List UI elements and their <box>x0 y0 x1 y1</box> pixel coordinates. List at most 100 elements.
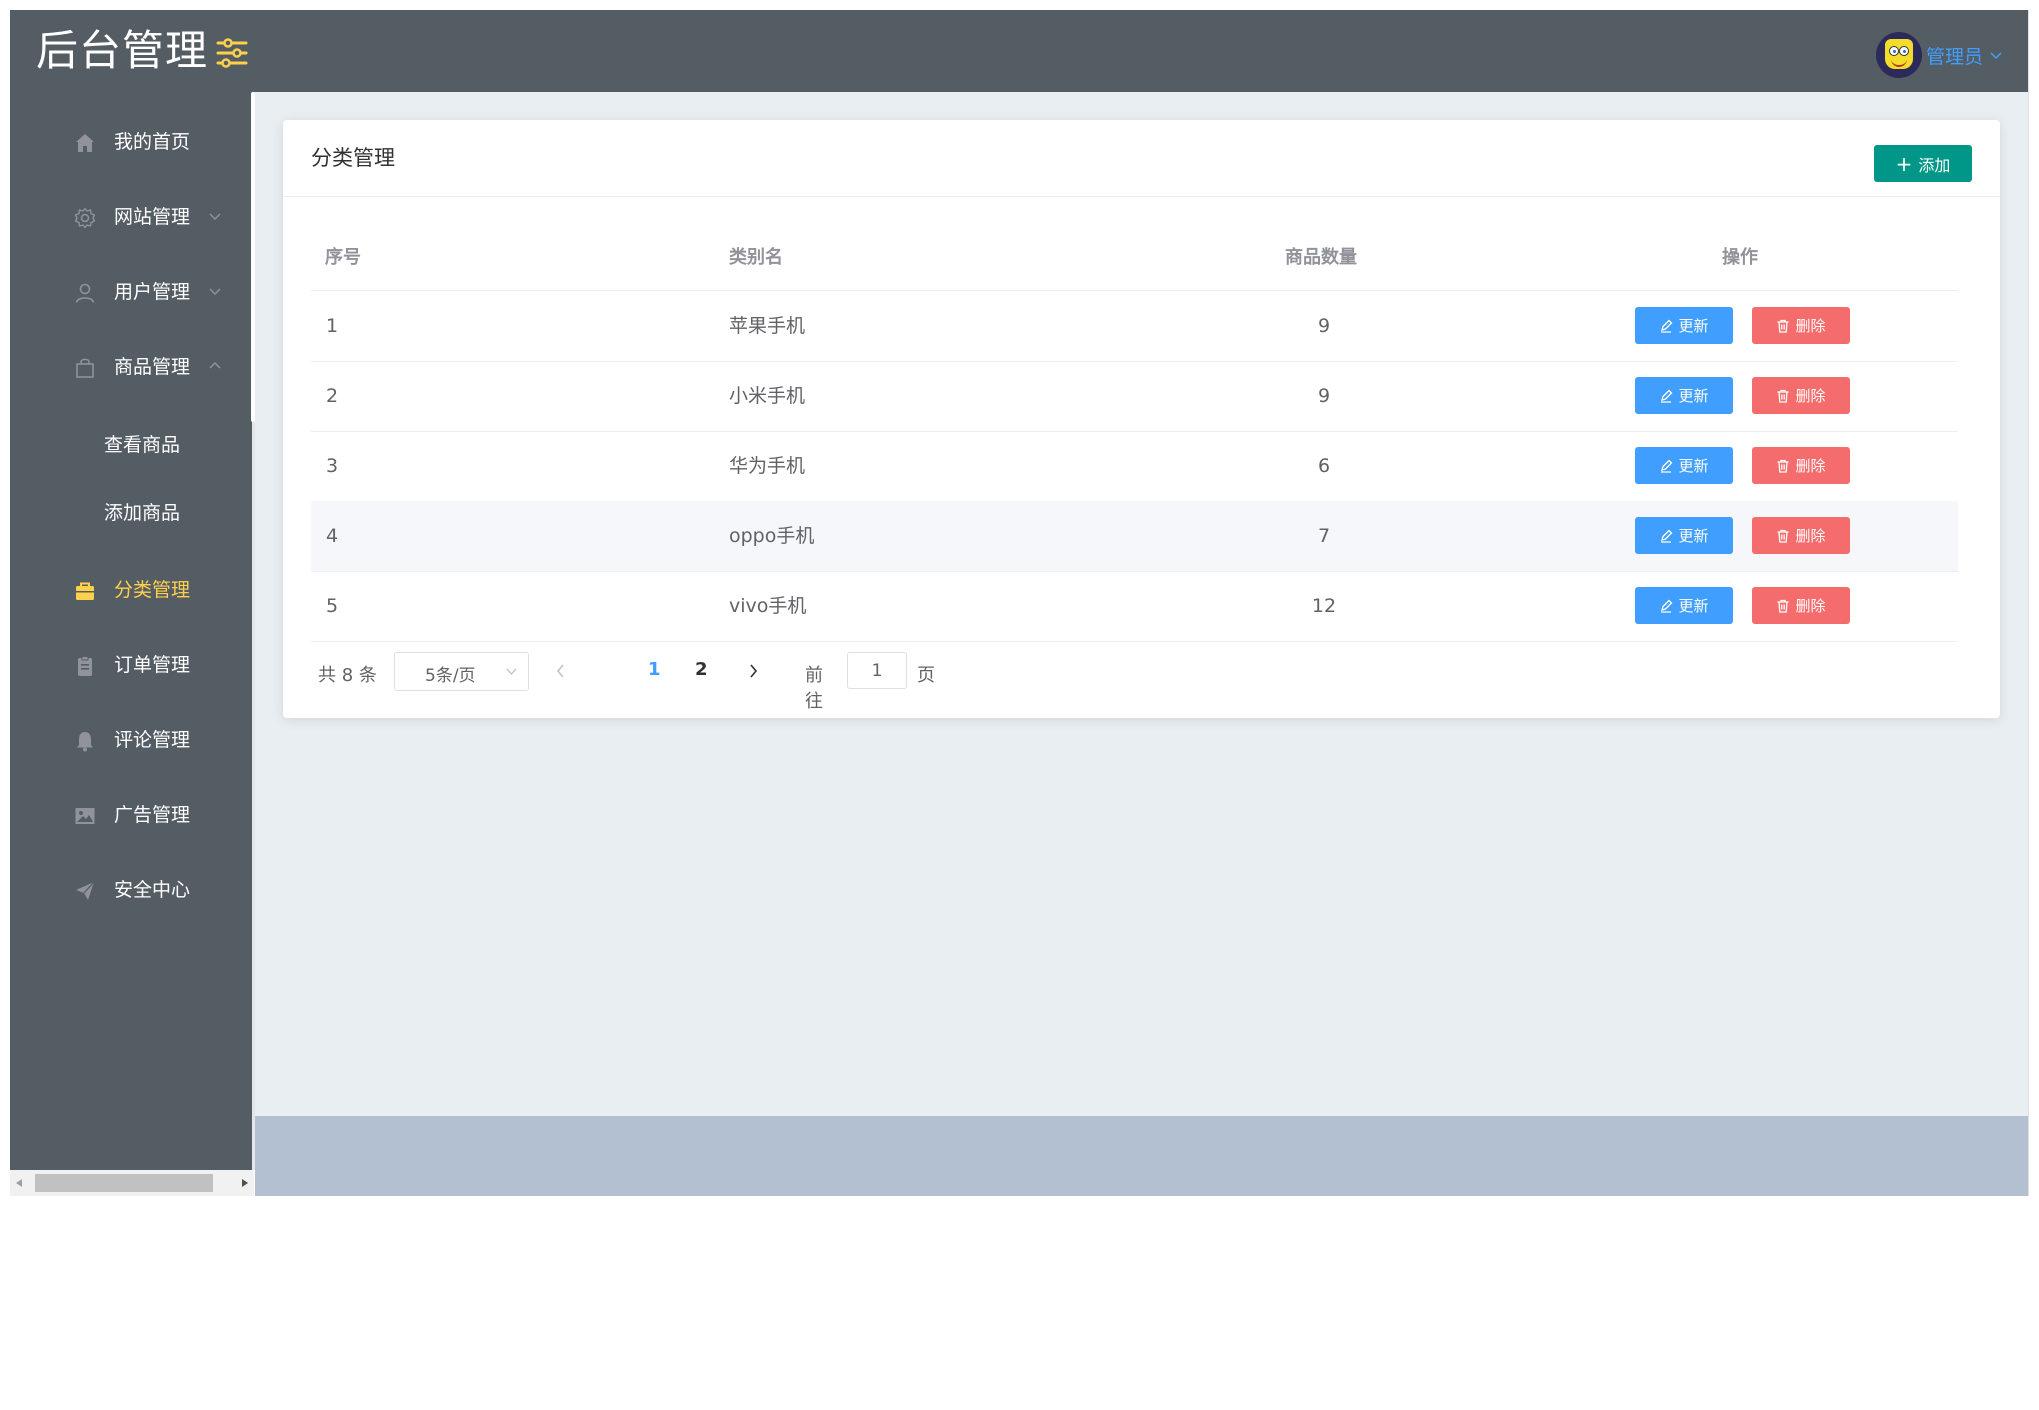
update-label: 更新 <box>1678 597 1709 615</box>
add-button[interactable]: + 添加 <box>1874 145 1972 182</box>
column-header-index: 序号 <box>325 247 361 268</box>
prev-page-icon[interactable] <box>551 661 571 681</box>
goto-suffix: 页 <box>917 665 935 686</box>
sidebar-subitem-label: 添加商品 <box>104 502 181 524</box>
table-row: 3 华为手机 6 更新 删除 <box>311 431 1958 502</box>
sidebar-item-comments[interactable]: 评论管理 <box>10 703 252 778</box>
sidebar-toggle-icon[interactable] <box>215 36 249 70</box>
row-count: 7 <box>1317 525 1331 547</box>
chevron-up-icon <box>209 361 221 369</box>
page-scrollbar[interactable] <box>2028 10 2039 1196</box>
update-button[interactable]: 更新 <box>1635 377 1733 414</box>
update-label: 更新 <box>1678 527 1709 545</box>
row-name: 小米手机 <box>729 385 806 407</box>
avatar[interactable] <box>1875 32 1922 78</box>
update-button[interactable]: 更新 <box>1635 587 1733 624</box>
card-title: 分类管理 <box>311 146 395 170</box>
sidebar-subitem-add-goods[interactable]: 添加商品 <box>10 479 252 547</box>
column-header-actions: 操作 <box>1722 247 1758 268</box>
page-number-2[interactable]: 2 <box>695 659 708 680</box>
chevron-down-icon[interactable] <box>1989 48 2003 62</box>
table-row: 4 oppo手机 7 更新 删除 <box>311 501 1958 572</box>
row-count: 12 <box>1311 595 1337 617</box>
row-index: 2 <box>326 385 339 407</box>
top-header: 后台管理 管理员 <box>10 10 2028 92</box>
sidebar-item-label: 安全中心 <box>114 879 191 901</box>
table-row: 2 小米手机 9 更新 删除 <box>311 361 1958 432</box>
footer <box>255 1116 2028 1196</box>
sidebar-item-label: 分类管理 <box>114 579 191 601</box>
trash-icon <box>1777 389 1789 403</box>
clipboard-icon <box>78 656 92 676</box>
delete-label: 删除 <box>1795 457 1826 475</box>
delete-label: 删除 <box>1795 317 1826 335</box>
update-button[interactable]: 更新 <box>1635 517 1733 554</box>
sidebar-item-users[interactable]: 用户管理 <box>10 255 252 330</box>
delete-button[interactable]: 删除 <box>1752 587 1850 624</box>
card-header: 分类管理 + 添加 <box>283 120 2000 197</box>
user-menu[interactable]: 管理员 <box>1875 30 2003 80</box>
sidebar-item-ads[interactable]: 广告管理 <box>10 778 252 853</box>
row-count: 6 <box>1317 455 1331 477</box>
main-content: 分类管理 + 添加 序号 类别名 商品数量 操作 1 苹果手机 9 更新 删除 … <box>255 92 2028 1116</box>
trash-icon <box>1777 459 1789 473</box>
row-count: 9 <box>1317 315 1331 337</box>
category-card: 分类管理 + 添加 序号 类别名 商品数量 操作 1 苹果手机 9 更新 删除 … <box>283 120 2000 718</box>
goto-page-input[interactable]: 1 <box>847 652 907 689</box>
row-index: 5 <box>326 595 339 617</box>
chevron-down-icon <box>209 288 221 296</box>
delete-button[interactable]: 删除 <box>1752 447 1850 484</box>
bag-icon <box>76 358 94 378</box>
sidebar-item-goods[interactable]: 商品管理 <box>10 330 252 405</box>
scroll-left-icon[interactable] <box>10 1170 30 1196</box>
delete-button[interactable]: 删除 <box>1752 377 1850 414</box>
goto-prefix: 前往 <box>805 665 823 712</box>
row-name: oppo手机 <box>729 525 815 547</box>
row-name: 苹果手机 <box>729 315 806 337</box>
page-size-select[interactable]: 5条/页 <box>394 652 529 691</box>
scroll-right-icon[interactable] <box>234 1170 254 1196</box>
edit-icon <box>1661 529 1673 543</box>
edit-icon <box>1661 459 1673 473</box>
home-icon <box>76 134 94 152</box>
delete-label: 删除 <box>1795 527 1826 545</box>
user-name[interactable]: 管理员 <box>1926 42 1983 69</box>
sidebar-item-category[interactable]: 分类管理 <box>10 553 252 628</box>
next-page-icon[interactable] <box>743 661 763 681</box>
sidebar-item-orders[interactable]: 订单管理 <box>10 628 252 703</box>
gear-icon <box>74 207 96 229</box>
sidebar-item-home[interactable]: 我的首页 <box>10 105 252 180</box>
edit-icon <box>1661 389 1673 403</box>
row-index: 1 <box>326 315 339 337</box>
page-number-1[interactable]: 1 <box>648 659 661 680</box>
update-button[interactable]: 更新 <box>1635 307 1733 344</box>
edit-icon <box>1661 319 1673 333</box>
sidebar-item-label: 网站管理 <box>114 206 191 228</box>
trash-icon <box>1777 599 1789 613</box>
scrollbar-thumb[interactable] <box>35 1174 213 1192</box>
update-label: 更新 <box>1678 387 1709 405</box>
sidebar-item-label: 广告管理 <box>114 804 191 826</box>
horizontal-scrollbar[interactable] <box>10 1170 254 1196</box>
update-label: 更新 <box>1678 317 1709 335</box>
briefcase-icon <box>76 582 94 600</box>
update-button[interactable]: 更新 <box>1635 447 1733 484</box>
delete-button[interactable]: 删除 <box>1752 307 1850 344</box>
sidebar-item-website[interactable]: 网站管理 <box>10 180 252 255</box>
sidebar-item-security[interactable]: 安全中心 <box>10 853 252 928</box>
chevron-down-icon <box>209 213 221 221</box>
sidebar-subitem-label: 查看商品 <box>104 434 181 456</box>
trash-icon <box>1777 529 1789 543</box>
table-row: 1 苹果手机 9 更新 删除 <box>311 291 1958 362</box>
bell-icon <box>77 732 93 752</box>
row-index: 3 <box>326 455 339 477</box>
sidebar-subitem-view-goods[interactable]: 查看商品 <box>10 411 252 479</box>
row-name: 华为手机 <box>729 455 806 477</box>
sidebar: 我的首页 网站管理 用户管理 商品管理 查看商品 添加商品 分类管理 订单管理 … <box>10 92 254 1170</box>
app-frame: 后台管理 管理员 我的首页 网站管理 用户管理 商品管理 查看商品 添加商品 分… <box>10 10 2028 1196</box>
picture-icon <box>75 808 95 824</box>
row-index: 4 <box>326 525 339 547</box>
sidebar-item-label: 用户管理 <box>114 281 191 303</box>
send-icon <box>76 881 95 900</box>
delete-button[interactable]: 删除 <box>1752 517 1850 554</box>
